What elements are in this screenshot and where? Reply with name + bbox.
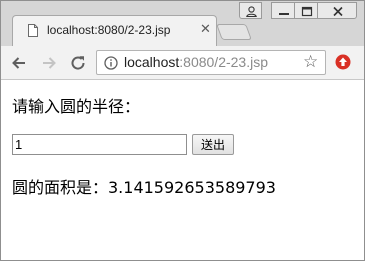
url-path: :8080/2-23.jsp [179,54,268,70]
radius-input[interactable] [12,134,187,155]
browser-window: localhost:8080/2-23.jsp ✕ localhost:8080… [0,0,365,261]
close-icon[interactable]: ✕ [200,22,211,38]
browser-tab[interactable]: localhost:8080/2-23.jsp ✕ [12,15,217,46]
url-host: localhost [124,54,180,70]
tab-strip: localhost:8080/2-23.jsp ✕ [1,1,364,46]
star-icon[interactable]: ☆ [303,52,318,72]
window-close-button[interactable] [317,2,357,19]
address-bar[interactable]: localhost:8080/2-23.jsp [96,50,326,75]
submit-button[interactable]: 送出 [192,134,234,155]
radius-prompt-label: 请输入圆的半径： [12,97,141,116]
window-close-icon [333,6,343,17]
reload-icon[interactable] [68,53,88,73]
user-icon [246,6,257,18]
tab-title: localhost:8080/2-23.jsp [47,23,171,37]
area-result-text: 圆的面积是：3.141592653589793 [12,178,276,197]
forward-arrow-icon[interactable] [39,53,59,73]
minimize-icon [279,13,289,15]
info-icon[interactable] [104,56,118,70]
page-icon [28,24,38,37]
new-tab-button[interactable] [216,24,252,40]
minimize-button[interactable] [271,2,295,19]
page-content: 请输入圆的半径： 送出 圆的面积是：3.141592653589793 [1,80,364,260]
maximize-icon [301,6,313,17]
maximize-button[interactable] [294,2,318,19]
user-button[interactable] [239,2,262,19]
url-text: localhost:8080/2-23.jsp [124,54,268,70]
extension-icon[interactable] [335,54,351,70]
back-arrow-icon[interactable] [9,53,29,73]
